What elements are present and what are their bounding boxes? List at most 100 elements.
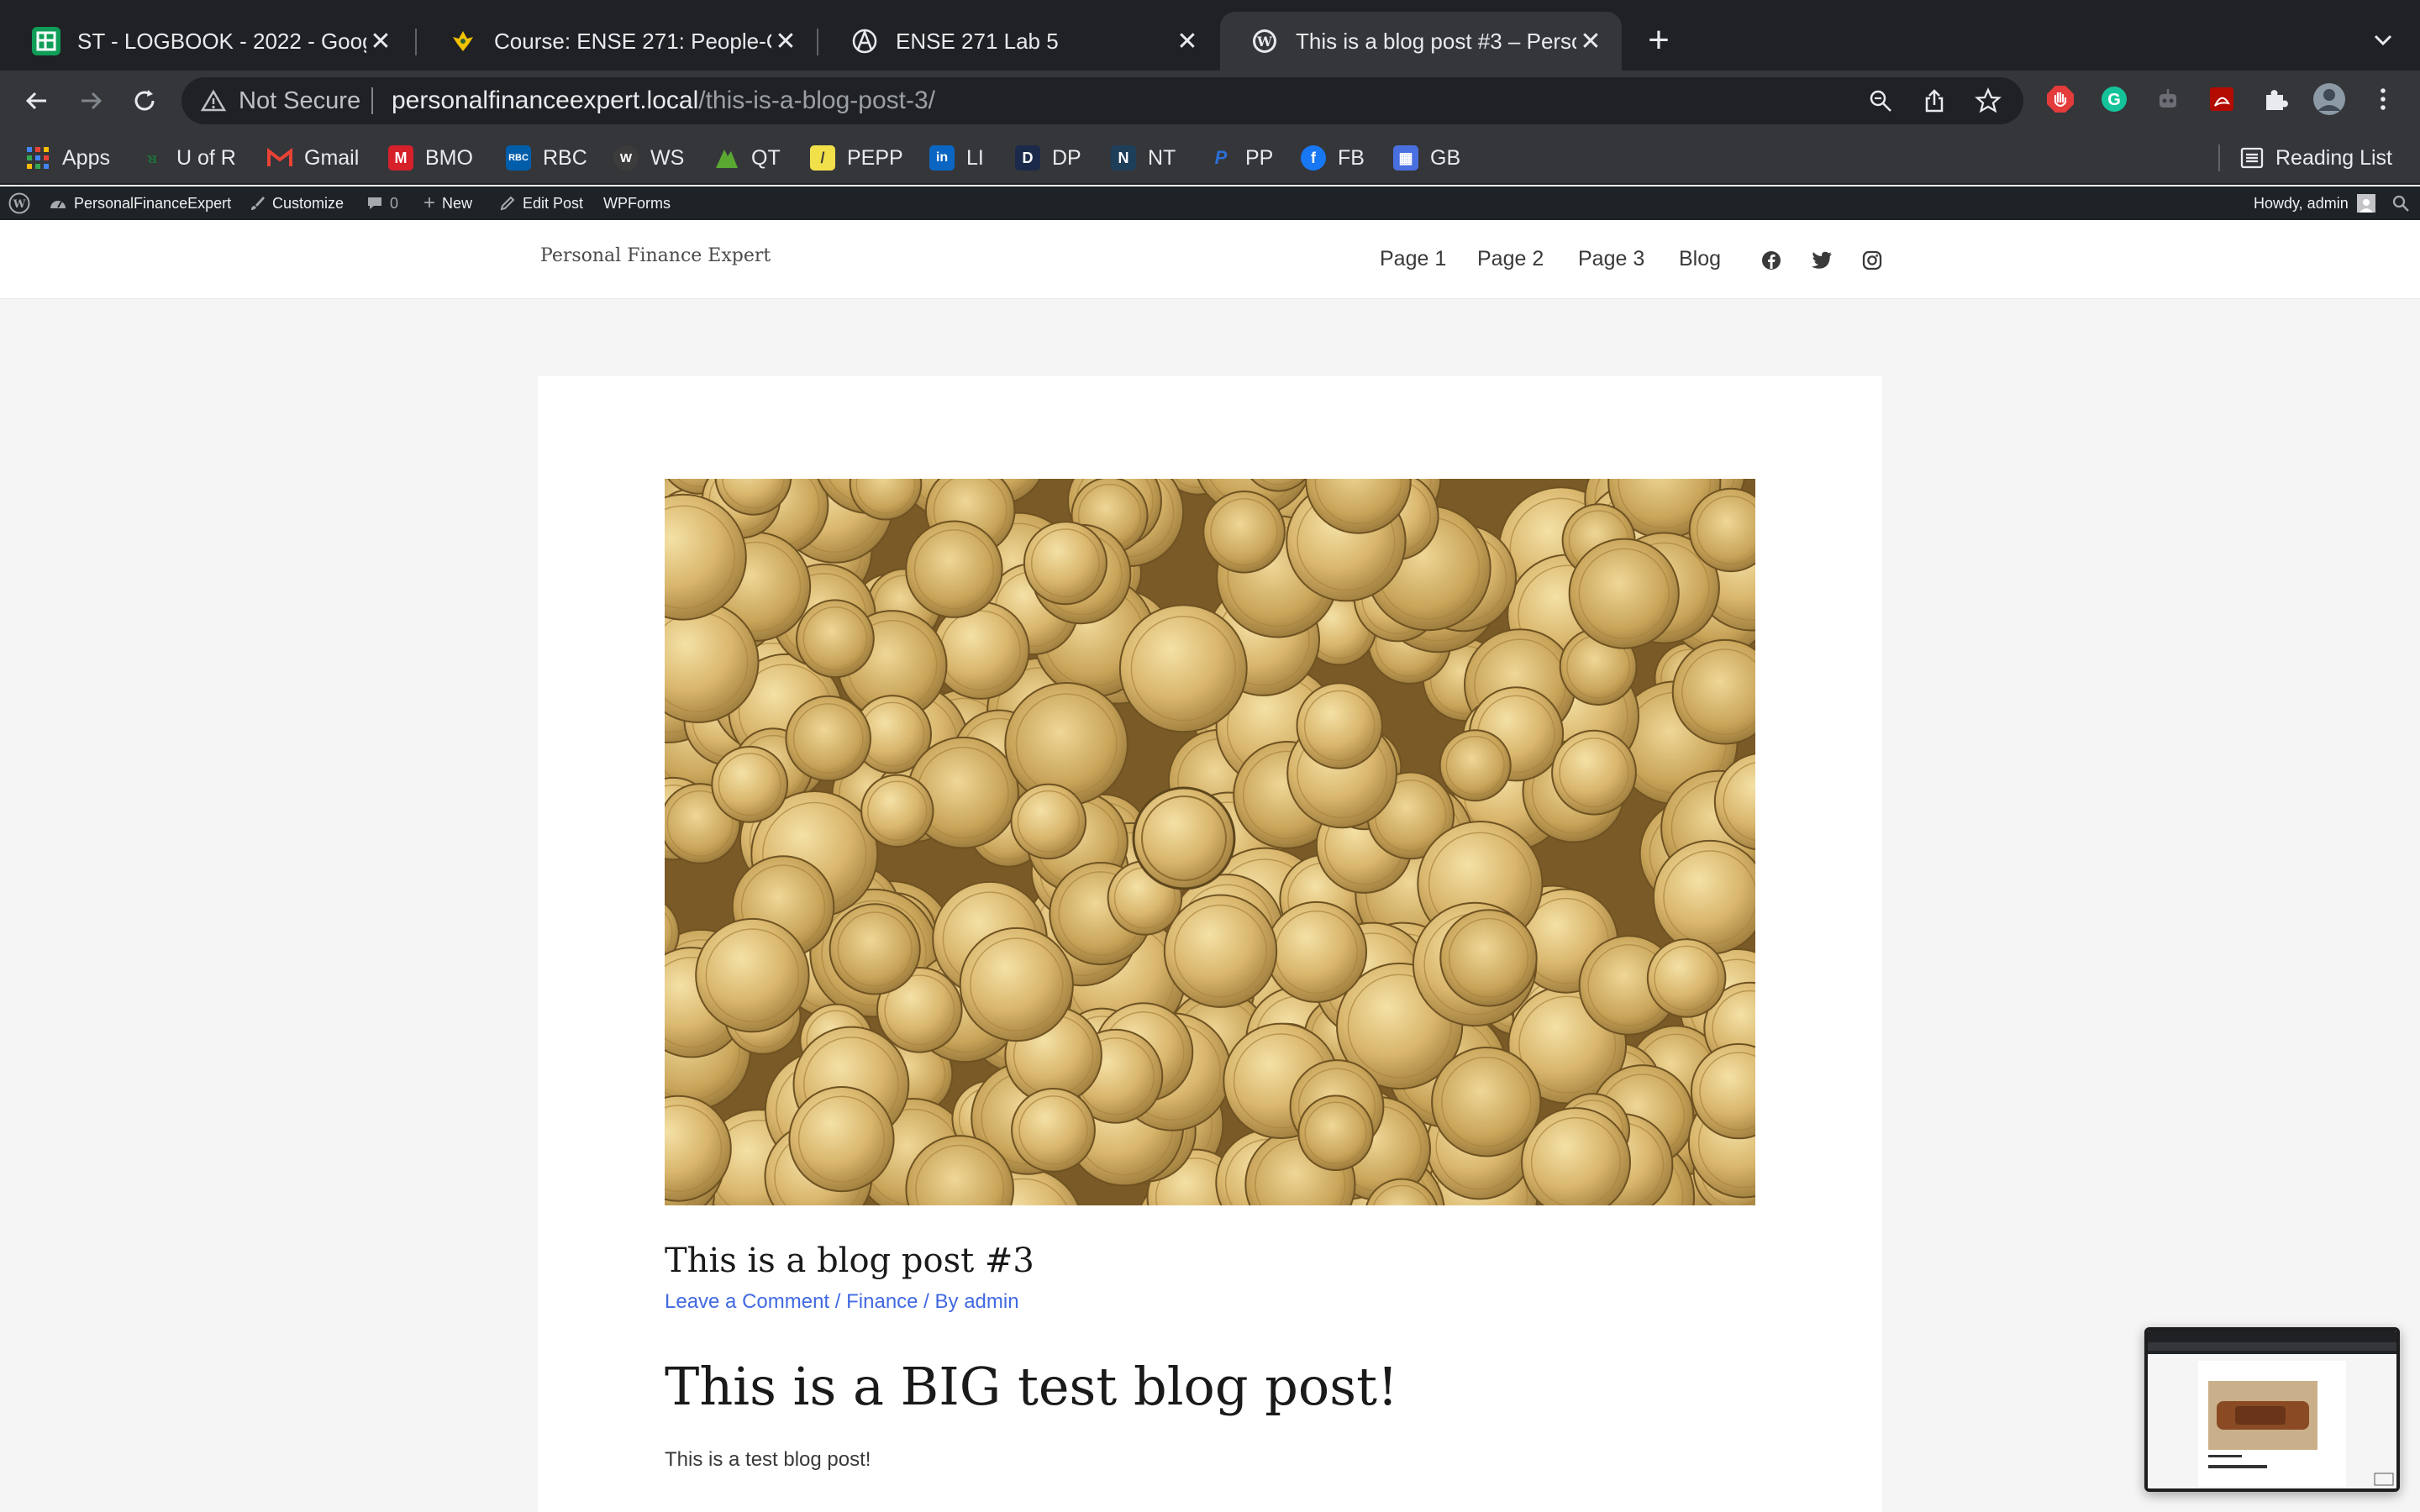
close-tab-icon[interactable]: ✕	[366, 27, 395, 56]
bookmark-dp[interactable]: D DP	[1015, 141, 1081, 175]
bookmark-qt[interactable]: QT	[714, 141, 781, 175]
gmail-icon	[267, 145, 292, 171]
url-text[interactable]: personalfinanceexpert.local/this-is-a-bl…	[392, 87, 935, 115]
profile-avatar[interactable]	[2312, 82, 2346, 116]
linkedin-icon: in	[929, 145, 955, 171]
author-link[interactable]: admin	[964, 1290, 1018, 1313]
paypal-icon: P	[1214, 147, 1228, 168]
acrobat-extension-icon[interactable]	[2205, 82, 2238, 116]
paintbrush-icon	[249, 195, 266, 212]
nav-page-2[interactable]: Page 2	[1477, 247, 1544, 271]
bookmark-ws[interactable]: W WS	[613, 141, 684, 175]
pencil-icon	[499, 195, 516, 212]
featured-image-coins	[665, 479, 1755, 1205]
bookmark-uofr[interactable]: ᴚ U of R	[139, 141, 236, 175]
tab-divider	[415, 29, 417, 55]
bookmark-fb[interactable]: f FB	[1301, 141, 1365, 175]
tab-search-chevron-icon[interactable]	[2368, 25, 2398, 55]
bookmark-pepp[interactable]: / PEPP	[810, 141, 903, 175]
admin-avatar-icon	[2356, 194, 2375, 213]
not-secure-warning-icon[interactable]	[200, 87, 227, 114]
close-tab-icon[interactable]: ✕	[771, 27, 800, 56]
bookmark-label: BMO	[425, 145, 473, 170]
url-host: personalfinanceexpert.local	[392, 87, 699, 114]
reading-list-label: Reading List	[2275, 145, 2392, 170]
facebook-icon: f	[1301, 145, 1326, 171]
close-tab-icon[interactable]: ✕	[1576, 27, 1605, 56]
security-status-label[interactable]: Not Secure	[239, 87, 360, 115]
forward-button[interactable]	[72, 82, 109, 119]
bookmark-rbc[interactable]: RBC RBC	[506, 141, 587, 175]
twitter-social-icon[interactable]	[1810, 249, 1833, 272]
post-title: This is a blog post #3	[665, 1242, 1034, 1280]
bookmark-label: DP	[1052, 145, 1081, 170]
wp-logo-menu[interactable]: W	[8, 186, 37, 220]
tab-lab5[interactable]: ENSE 271 Lab 5 ✕	[820, 12, 1218, 71]
uofr-icon: ᴚ	[145, 149, 159, 167]
google-sheets-icon	[32, 27, 60, 55]
bookmark-li[interactable]: in LI	[929, 141, 984, 175]
coins-photo	[665, 479, 1755, 1205]
svg-text:W: W	[13, 198, 26, 211]
admin-comments[interactable]: 0	[366, 186, 398, 220]
svg-text:G: G	[2107, 91, 2121, 109]
bookmark-label: GB	[1430, 145, 1461, 170]
site-title-link[interactable]: Personal Finance Expert	[540, 245, 771, 266]
bookmark-pp[interactable]: P PP	[1208, 141, 1274, 175]
bookmark-label: WS	[650, 145, 685, 170]
admin-edit-label: Edit Post	[523, 194, 584, 212]
tab-logbook[interactable]: ST - LOGBOOK - 2022 - Googl ✕	[2, 12, 412, 71]
zoom-icon[interactable]	[1865, 86, 1896, 116]
post-body-text: This is a test blog post!	[665, 1448, 871, 1471]
nav-blog[interactable]: Blog	[1679, 247, 1721, 271]
extensions-puzzle-icon[interactable]	[2259, 82, 2292, 116]
admin-customize[interactable]: Customize	[249, 186, 344, 220]
bookmark-gmail[interactable]: Gmail	[267, 141, 359, 175]
address-bar[interactable]: Not Secure personalfinanceexpert.local/t…	[182, 77, 2023, 124]
admin-site-name[interactable]: PersonalFinanceExpert	[49, 186, 231, 220]
tab-course[interactable]: Course: ENSE 271: People-Cen ✕	[418, 12, 817, 71]
adblock-extension-icon[interactable]	[2044, 82, 2077, 116]
browser-toolbar: Not Secure personalfinanceexpert.local/t…	[0, 71, 2420, 131]
grammarly-extension-icon[interactable]: G	[2097, 82, 2131, 116]
wp-admin-bar: W PersonalFinanceExpert Customize 0 + Ne…	[0, 186, 2420, 220]
admin-edit-post[interactable]: Edit Post	[499, 186, 583, 220]
bookmark-gb[interactable]: ▦ GB	[1393, 141, 1460, 175]
robot-extension-icon[interactable]	[2151, 82, 2185, 116]
bookmark-label: QT	[751, 145, 781, 170]
reading-list-button[interactable]: Reading List	[2218, 141, 2392, 175]
facebook-social-icon[interactable]	[1760, 249, 1783, 272]
admin-wpforms[interactable]: WPForms	[603, 186, 671, 220]
admin-new-content[interactable]: + New	[424, 186, 472, 220]
bookmark-nt[interactable]: N NT	[1111, 141, 1176, 175]
new-tab-button[interactable]: +	[1640, 20, 1677, 60]
category-link[interactable]: Finance	[846, 1290, 918, 1313]
admin-new-label: New	[442, 194, 473, 212]
nav-page-1[interactable]: Page 1	[1380, 247, 1446, 271]
bookmark-star-icon[interactable]	[1973, 86, 2003, 116]
plus-icon: +	[424, 192, 436, 214]
browser-menu-kebab-icon[interactable]	[2366, 82, 2400, 116]
meta-separator: /	[829, 1290, 847, 1313]
tab-blog-post-active[interactable]: W This is a blog post #3 – Person ✕	[1220, 12, 1622, 71]
screenshot-preview-thumbnail[interactable]	[2144, 1327, 2400, 1492]
wordpress-logo-icon: W	[8, 192, 30, 214]
bookmark-label: RBC	[543, 145, 587, 170]
share-icon[interactable]	[1919, 86, 1949, 116]
questrade-icon	[714, 145, 739, 171]
close-tab-icon[interactable]: ✕	[1173, 27, 1202, 56]
instagram-social-icon[interactable]	[1860, 249, 1884, 272]
reload-button[interactable]	[126, 82, 163, 119]
bookmark-bmo[interactable]: M BMO	[388, 141, 473, 175]
rbc-icon: RBC	[506, 145, 531, 171]
bookmark-label: U of R	[176, 145, 236, 170]
admin-search-icon[interactable]	[2391, 186, 2410, 220]
admin-account-menu[interactable]: Howdy, admin	[2254, 186, 2375, 220]
back-button[interactable]	[18, 82, 55, 119]
url-path: /this-is-a-blog-post-3/	[698, 87, 935, 114]
bookmark-apps[interactable]: Apps	[25, 141, 110, 175]
gb-icon: ▦	[1393, 145, 1418, 171]
leave-comment-link[interactable]: Leave a Comment	[665, 1290, 829, 1313]
nav-page-3[interactable]: Page 3	[1578, 247, 1644, 271]
dp-icon: D	[1015, 145, 1040, 171]
